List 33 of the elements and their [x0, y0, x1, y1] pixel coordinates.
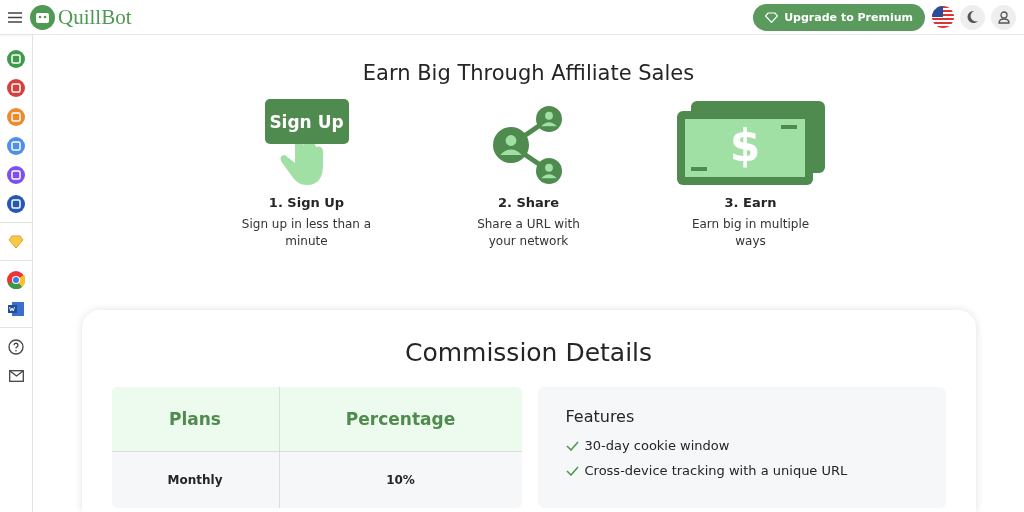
step-title: 2. Share: [497, 195, 560, 210]
section-title: Commission Details: [404, 338, 653, 367]
robot-logo-icon: [30, 4, 55, 30]
sign-up-label: Sign Up: [264, 99, 349, 144]
logo-text[interactable]: QuillBot: [58, 4, 132, 30]
check-icon: [565, 465, 579, 476]
features-title: Features: [565, 407, 635, 426]
dark-mode-button[interactable]: [960, 4, 985, 30]
step-title: 3. Earn: [724, 195, 777, 210]
upgrade-button[interactable]: Upgrade to Premium: [753, 3, 925, 31]
step-description: Earn big in multiple ways: [690, 216, 811, 250]
step-description: Share a URL with your network: [476, 216, 581, 250]
user-icon: [997, 10, 1010, 24]
menu-icon[interactable]: [8, 11, 22, 23]
flag-icon[interactable]: [932, 6, 954, 28]
word-icon[interactable]: [8, 300, 24, 317]
dollar-sign: $: [729, 120, 760, 171]
mail-icon[interactable]: [8, 369, 24, 382]
step-description: Sign up in less than a minute: [241, 216, 372, 250]
table-cell: 10%: [279, 451, 522, 508]
page-title: Earn Big Through Affiliate Sales: [362, 61, 695, 85]
account-button[interactable]: [991, 4, 1016, 30]
feature-text: 30-day cookie window: [584, 438, 730, 453]
chrome-icon[interactable]: [7, 270, 25, 289]
feature-text: Cross-device tracking with a unique URL: [584, 463, 848, 478]
column-header: Percentage: [279, 387, 522, 452]
moon-icon: [967, 11, 978, 23]
check-icon: [565, 440, 579, 451]
help-icon[interactable]: [8, 338, 24, 355]
table-cell: Monthly: [111, 451, 279, 508]
diamond-icon: [765, 11, 779, 23]
column-header: Plans: [111, 387, 279, 452]
step-title: 1. Sign Up: [268, 195, 345, 210]
